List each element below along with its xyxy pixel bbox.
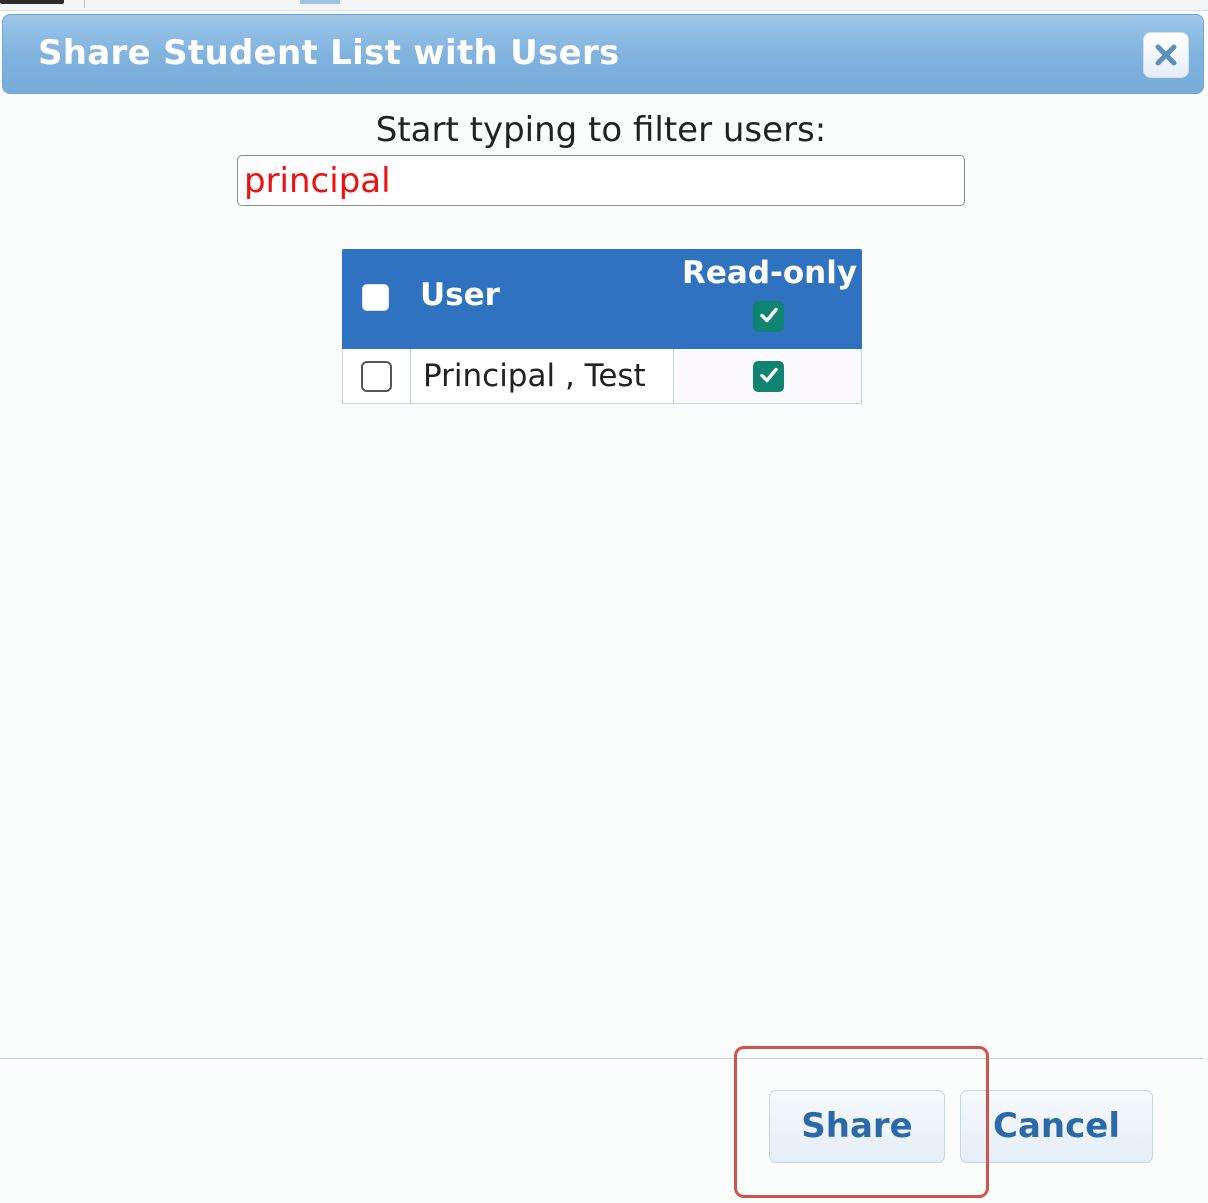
row-readonly-checkbox[interactable] — [753, 361, 784, 392]
row-readonly-cell — [674, 349, 861, 403]
cancel-button[interactable]: Cancel — [960, 1090, 1153, 1163]
readonly-all-checkbox[interactable] — [753, 301, 784, 332]
table-row: Principal , Test — [342, 349, 862, 404]
background-mark — [0, 0, 64, 4]
filter-label: Start typing to filter users: — [375, 110, 827, 150]
close-icon — [1154, 43, 1178, 67]
background-page-strip — [0, 0, 1208, 11]
background-divider — [84, 0, 85, 8]
user-name-cell: Principal , Test — [411, 349, 674, 403]
background-mark — [300, 0, 340, 4]
checkmark-icon — [758, 304, 780, 330]
row-select-cell — [343, 349, 411, 403]
select-all-checkbox[interactable] — [362, 284, 389, 311]
close-button[interactable] — [1143, 32, 1189, 78]
users-table: User Read-only Principal , Test — [342, 249, 862, 404]
page: Share Student List with Users Start typi… — [0, 0, 1208, 1203]
filter-users-input[interactable] — [237, 155, 965, 206]
footer-divider — [0, 1058, 1204, 1059]
dialog-titlebar[interactable]: Share Student List with Users — [2, 14, 1204, 94]
table-header: User Read-only — [342, 249, 862, 349]
share-button[interactable]: Share — [769, 1090, 945, 1163]
column-header-readonly: Read-only — [682, 255, 858, 291]
dialog-title: Share Student List with Users — [38, 33, 620, 73]
row-select-checkbox[interactable] — [361, 361, 392, 392]
checkmark-icon — [758, 364, 780, 390]
column-header-user: User — [420, 277, 500, 313]
